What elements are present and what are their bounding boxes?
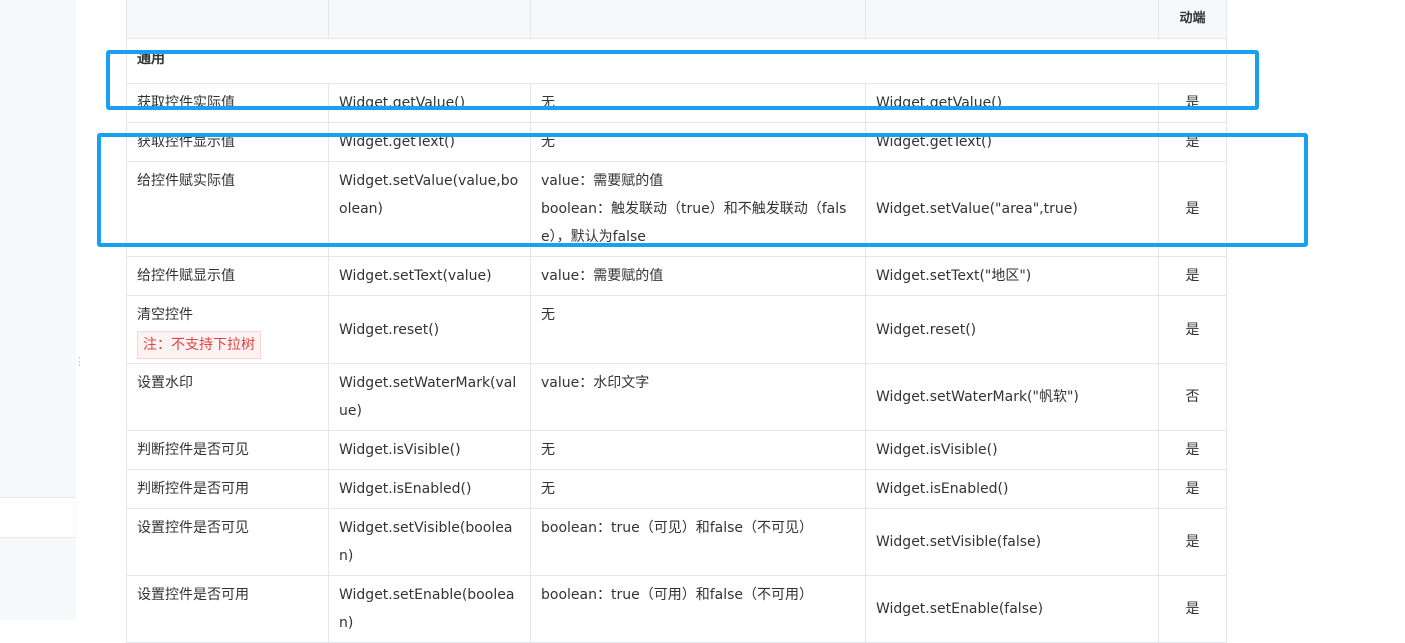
header-cell	[530, 0, 866, 39]
func-params: value：需要赋的值 boolean：触发联动（true）和不触发联动（fal…	[530, 161, 866, 257]
resize-handle-icon[interactable]: ⋮	[74, 356, 85, 377]
table-header-row: 动端	[126, 0, 1227, 39]
func-method: Widget.setWaterMark(value)	[328, 363, 531, 431]
func-name: 清空控件	[137, 307, 193, 323]
func-method: Widget.setText(value)	[328, 256, 531, 296]
header-mobile-label: 动端	[1158, 0, 1227, 39]
func-params: 无	[530, 430, 866, 470]
func-name: 获取控件实际值	[126, 83, 329, 123]
func-mobile: 是	[1158, 469, 1227, 509]
api-table: 动端 通用 获取控件实际值 Widget.getValue() 无 Widget…	[126, 0, 1227, 643]
func-example: Widget.isEnabled()	[865, 469, 1159, 509]
func-name: 设置控件是否可用	[126, 575, 329, 643]
group-label: 通用	[126, 38, 1227, 84]
func-example: Widget.reset()	[865, 295, 1159, 364]
group-row: 通用	[126, 38, 1227, 84]
func-mobile: 是	[1158, 508, 1227, 576]
func-method: Widget.isEnabled()	[328, 469, 531, 509]
header-cell	[328, 0, 531, 39]
func-method: Widget.setEnable(boolean)	[328, 575, 531, 643]
table-row: 设置控件是否可见 Widget.setVisible(boolean) bool…	[126, 508, 1227, 576]
table-row: 给控件赋实际值 Widget.setValue(value,boolean) v…	[126, 161, 1227, 257]
func-method: Widget.setVisible(boolean)	[328, 508, 531, 576]
func-name: 判断控件是否可用	[126, 469, 329, 509]
func-params: boolean：true（可见）和false（不可见）	[530, 508, 866, 576]
func-example: Widget.getValue()	[865, 83, 1159, 123]
func-params: 无	[530, 469, 866, 509]
func-example: Widget.setWaterMark("帆软")	[865, 363, 1159, 431]
func-mobile: 是	[1158, 256, 1227, 296]
func-params: value：需要赋的值	[530, 256, 866, 296]
header-cell	[865, 0, 1159, 39]
func-example: Widget.setValue("area",true)	[865, 161, 1159, 257]
func-example: Widget.getText()	[865, 122, 1159, 162]
func-example: Widget.isVisible()	[865, 430, 1159, 470]
func-mobile: 是	[1158, 430, 1227, 470]
func-name: 判断控件是否可见	[126, 430, 329, 470]
param-line: boolean：触发联动（true）和不触发联动（false），默认为false	[541, 201, 847, 245]
func-name: 给控件赋实际值	[126, 161, 329, 257]
func-method: Widget.getText()	[328, 122, 531, 162]
table-row: 清空控件 注：不支持下拉树 Widget.reset() 无 Widget.re…	[126, 295, 1227, 364]
table-row: 判断控件是否可用 Widget.isEnabled() 无 Widget.isE…	[126, 469, 1227, 509]
func-params: boolean：true（可用）和false（不可用）	[530, 575, 866, 643]
func-mobile: 是	[1158, 295, 1227, 364]
param-line: value：需要赋的值	[541, 173, 664, 189]
table-row: 设置水印 Widget.setWaterMark(value) value：水印…	[126, 363, 1227, 431]
func-mobile: 是	[1158, 161, 1227, 257]
func-method: Widget.reset()	[328, 295, 531, 364]
func-method: Widget.getValue()	[328, 83, 531, 123]
func-mobile: 是	[1158, 83, 1227, 123]
func-name: 给控件赋显示值	[126, 256, 329, 296]
func-name: 设置控件是否可见	[126, 508, 329, 576]
func-example: Widget.setVisible(false)	[865, 508, 1159, 576]
table-row: 给控件赋显示值 Widget.setText(value) value：需要赋的…	[126, 256, 1227, 296]
table-row: 设置控件是否可用 Widget.setEnable(boolean) boole…	[126, 575, 1227, 643]
func-method: Widget.setValue(value,boolean)	[328, 161, 531, 257]
func-example: Widget.setEnable(false)	[865, 575, 1159, 643]
func-name: 获取控件显示值	[126, 122, 329, 162]
table-row: 判断控件是否可见 Widget.isVisible() 无 Widget.isV…	[126, 430, 1227, 470]
left-sidebar: ⋮	[0, 0, 85, 620]
func-mobile: 是	[1158, 575, 1227, 643]
warning-note: 注：不支持下拉树	[137, 331, 261, 359]
func-name-cell: 清空控件 注：不支持下拉树	[126, 295, 329, 364]
func-params: 无	[530, 295, 866, 364]
func-params: 无	[530, 122, 866, 162]
func-example: Widget.setText("地区")	[865, 256, 1159, 296]
table-row: 获取控件显示值 Widget.getText() 无 Widget.getTex…	[126, 122, 1227, 162]
func-mobile: 是	[1158, 122, 1227, 162]
func-params: 无	[530, 83, 866, 123]
sidebar-item[interactable]	[0, 497, 75, 538]
header-cell	[126, 0, 329, 39]
func-method: Widget.isVisible()	[328, 430, 531, 470]
func-params: value：水印文字	[530, 363, 866, 431]
func-mobile: 否	[1158, 363, 1227, 431]
func-name: 设置水印	[126, 363, 329, 431]
table-row: 获取控件实际值 Widget.getValue() 无 Widget.getVa…	[126, 83, 1227, 123]
